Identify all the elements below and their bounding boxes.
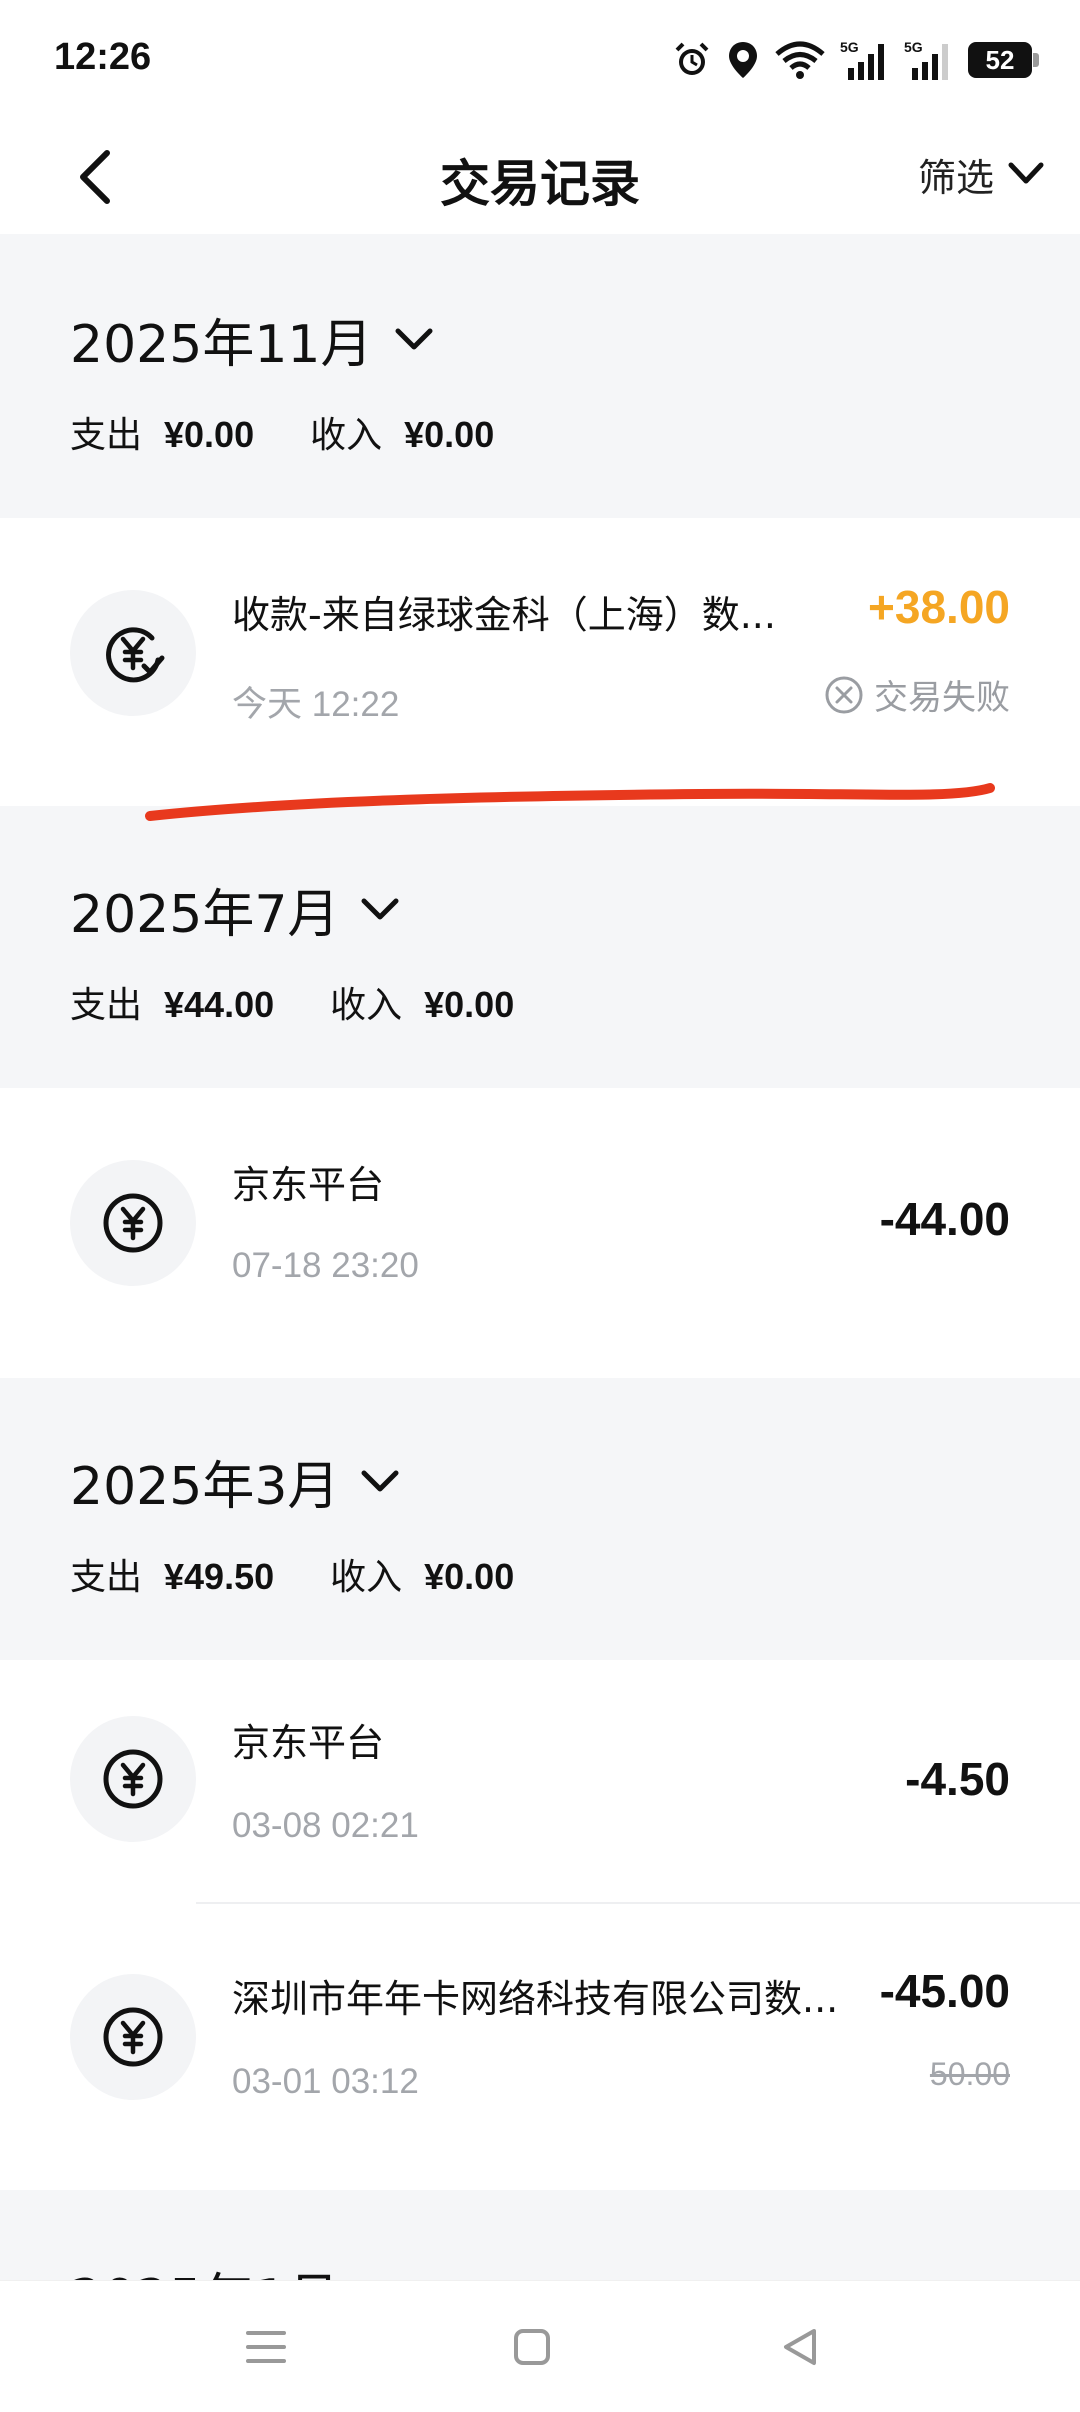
month-label: 2025年11月 xyxy=(70,315,373,375)
month-summary: 支出 ¥0.00 收入 ¥0.00 xyxy=(70,406,550,458)
wifi-icon xyxy=(774,40,826,80)
svg-text:5G: 5G xyxy=(840,39,859,55)
income-value: ¥0.00 xyxy=(424,984,515,1025)
month-summary: 支出 ¥44.00 收入 ¥0.00 xyxy=(70,976,570,1028)
status-time: 12:26 xyxy=(54,36,152,78)
transaction-time: 03-01 03:12 xyxy=(232,2062,419,2101)
chevron-down-icon xyxy=(361,1470,399,1491)
transaction-name: 京东平台 xyxy=(232,1721,385,1765)
month-selector[interactable]: 2025年11月 xyxy=(70,302,433,377)
transaction-amount: +38.00 xyxy=(868,581,1010,633)
transaction-name: 京东平台 xyxy=(232,1163,385,1207)
battery-level: 52 xyxy=(985,44,1015,75)
income-label: 收入 xyxy=(330,1557,403,1598)
transaction-name: 收款-来自绿球金科（上海）数... xyxy=(232,593,776,637)
transaction-amount: -4.50 xyxy=(905,1753,1010,1805)
menu-icon xyxy=(246,2331,286,2363)
status-label: 交易失败 xyxy=(874,678,1010,718)
status-bar: 12:26 5G 5G 52 xyxy=(0,0,1080,120)
expense-label: 支出 xyxy=(70,985,143,1026)
income-value: ¥0.00 xyxy=(424,1556,515,1597)
yuan-icon xyxy=(70,1716,196,1842)
original-amount: 50.00 xyxy=(929,2056,1010,2092)
month-selector[interactable]: 2025年1月 xyxy=(70,2256,399,2280)
close-circle-icon xyxy=(825,676,863,713)
transaction-row[interactable]: 收款-来自绿球金科（上海）数... 今天 12:22 +38.00 交易失败 xyxy=(0,518,1080,806)
battery-icon: 52 xyxy=(968,42,1039,78)
month-section-header: 2025年7月 支出 ¥44.00 收入 ¥0.00 xyxy=(0,806,1080,1088)
alarm-icon xyxy=(672,40,712,80)
month-label: 2025年3月 xyxy=(70,1457,340,1517)
month-selector[interactable]: 2025年7月 xyxy=(70,872,399,947)
month-selector[interactable]: 2025年3月 xyxy=(70,1444,399,1519)
chevron-down-icon xyxy=(395,328,433,349)
transaction-amount: -44.00 xyxy=(879,1193,1010,1245)
home-icon xyxy=(514,2329,550,2365)
transaction-row[interactable]: 京东平台 07-18 23:20 -44.00 xyxy=(0,1088,1080,1378)
expense-value: ¥49.50 xyxy=(164,1556,275,1597)
status-icons: 5G 5G 52 xyxy=(672,36,1039,84)
transaction-time: 03-08 02:21 xyxy=(232,1806,419,1845)
expense-label: 支出 xyxy=(70,1557,143,1598)
month-label: 2025年7月 xyxy=(70,885,340,945)
transaction-status: 交易失败 xyxy=(824,670,1010,719)
signal-5g-icon: 5G xyxy=(904,38,954,82)
back-nav-button[interactable] xyxy=(770,2317,830,2377)
menu-button[interactable] xyxy=(236,2317,296,2377)
yuan-icon xyxy=(70,1974,196,2100)
transaction-amount: -45.00 xyxy=(879,1965,1010,2017)
expense-value: ¥44.00 xyxy=(164,984,275,1025)
transaction-row[interactable]: 京东平台 03-08 02:21 -4.50 xyxy=(0,1660,1080,1902)
month-section-header: 2025年11月 支出 ¥0.00 收入 ¥0.00 xyxy=(0,234,1080,518)
transaction-row[interactable]: 深圳市年年卡网络科技有限公司数... 03-01 03:12 -45.00 50… xyxy=(0,1904,1080,2190)
income-value: ¥0.00 xyxy=(404,414,495,455)
month-section-header: 2025年3月 支出 ¥49.50 收入 ¥0.00 xyxy=(0,1378,1080,1660)
transaction-time: 07-18 23:20 xyxy=(232,1246,419,1285)
home-button[interactable] xyxy=(502,2317,562,2377)
signal-5g-icon: 5G xyxy=(840,38,890,82)
transaction-time: 今天 12:22 xyxy=(232,685,400,724)
filter-label: 筛选 xyxy=(917,155,994,200)
chevron-down-icon xyxy=(361,898,399,919)
yuan-check-icon xyxy=(70,590,196,716)
expense-value: ¥0.00 xyxy=(164,414,255,455)
system-nav-bar xyxy=(0,2280,1080,2412)
transaction-name: 深圳市年年卡网络科技有限公司数... xyxy=(232,1977,839,2021)
month-label: 2025年1月 xyxy=(70,2256,339,2280)
filter-button[interactable]: 筛选 xyxy=(918,144,1044,204)
location-icon xyxy=(726,40,760,80)
month-summary: 支出 ¥49.50 收入 ¥0.00 xyxy=(70,1548,570,1600)
nav-bar: 交易记录 筛选 xyxy=(0,120,1080,234)
income-label: 收入 xyxy=(310,415,383,456)
month-section-header: 2025年1月 xyxy=(0,2190,1080,2280)
yuan-icon xyxy=(70,1160,196,1286)
svg-text:5G: 5G xyxy=(904,39,923,55)
income-label: 收入 xyxy=(330,985,403,1026)
triangle-back-icon xyxy=(784,2329,816,2365)
chevron-down-icon xyxy=(1008,162,1044,184)
expense-label: 支出 xyxy=(70,415,143,456)
